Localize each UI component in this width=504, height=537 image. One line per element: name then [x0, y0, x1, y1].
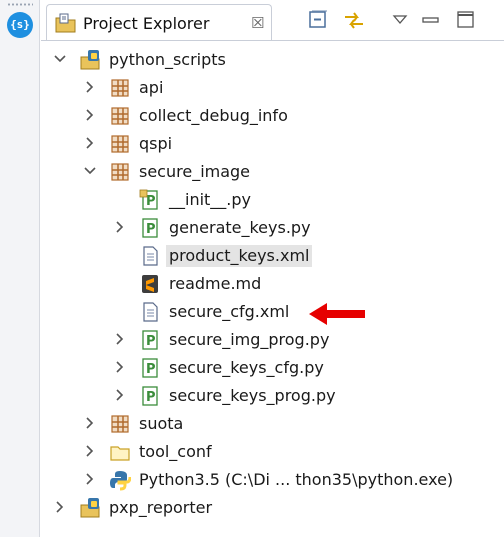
project-explorer-icon — [55, 13, 76, 33]
tree-item-label[interactable]: secure_cfg.xml — [166, 301, 292, 323]
tree-row[interactable]: collect_debug_info — [41, 102, 504, 130]
tree-item-label[interactable]: secure_image — [136, 161, 253, 183]
tree-row[interactable]: Psecure_keys_cfg.py — [41, 354, 504, 382]
tree-row[interactable]: python_scripts — [41, 46, 504, 74]
chevron-down-icon[interactable] — [53, 52, 67, 66]
tree-row[interactable]: product_keys.xml — [41, 242, 504, 270]
package-icon — [111, 415, 129, 433]
tree-row[interactable]: readme.md — [41, 270, 504, 298]
tree-row[interactable]: secure_cfg.xml — [41, 298, 504, 326]
tab-project-explorer[interactable]: Project Explorer ☒ — [46, 4, 272, 40]
tree-item-label[interactable]: secure_keys_cfg.py — [166, 357, 327, 379]
tree-row[interactable]: tool_conf — [41, 438, 504, 466]
python-project-icon — [80, 498, 100, 518]
tree-item-label[interactable]: pxp_reporter — [106, 497, 215, 519]
tree-row[interactable]: P __init__.py — [41, 186, 504, 214]
folder-icon — [110, 446, 130, 461]
chevron-right-icon[interactable] — [83, 416, 97, 430]
tree-row[interactable]: pxp_reporter — [41, 494, 504, 522]
sublime-file-icon — [142, 275, 158, 293]
python-init-file-icon: P — [139, 189, 158, 210]
view-tab-bar: Project Explorer ☒ — [41, 0, 504, 41]
tree-item-label[interactable]: collect_debug_info — [136, 105, 291, 127]
tree-row[interactable]: secure_image — [41, 158, 504, 186]
tree-item-label[interactable]: python_scripts — [106, 49, 229, 71]
svg-text:P: P — [146, 222, 156, 237]
tree-row[interactable]: Psecure_img_prog.py — [41, 326, 504, 354]
drag-handle[interactable] — [7, 3, 33, 6]
svg-text:P: P — [146, 362, 156, 377]
tree-item-label[interactable]: suota — [136, 413, 186, 435]
tree-item-label[interactable]: secure_img_prog.py — [166, 329, 332, 351]
python-project-icon — [80, 50, 100, 70]
python-interpreter-icon — [110, 471, 131, 491]
package-icon — [111, 79, 129, 97]
tree-row[interactable]: api — [41, 74, 504, 102]
python-file-icon: P — [142, 358, 158, 378]
tree-item-label[interactable]: __init__.py — [166, 189, 254, 211]
text-file-icon — [143, 302, 158, 322]
package-icon — [111, 107, 129, 125]
tree-item-label[interactable]: api — [136, 77, 166, 99]
close-icon[interactable]: ☒ — [251, 14, 264, 32]
python-file-icon: P — [142, 386, 158, 406]
tree-row[interactable]: Psecure_keys_prog.py — [41, 382, 504, 410]
python-file-icon: P — [142, 218, 158, 238]
link-with-editor-icon[interactable] — [343, 9, 365, 31]
tree-item-label[interactable]: generate_keys.py — [166, 217, 314, 239]
chevron-right-icon[interactable] — [83, 108, 97, 122]
package-icon — [111, 135, 129, 153]
python-file-icon: P — [142, 330, 158, 350]
svg-text:P: P — [146, 334, 156, 349]
chevron-right-icon[interactable] — [113, 388, 127, 402]
chevron-right-icon[interactable] — [83, 136, 97, 150]
tree-row[interactable]: Pgenerate_keys.py — [41, 214, 504, 242]
tree-row[interactable]: qspi — [41, 130, 504, 158]
chevron-right-icon[interactable] — [113, 332, 127, 346]
tree-item-label[interactable]: Python3.5 (C:\Di ... thon35\python.exe) — [136, 469, 456, 491]
minimized-view-icon[interactable]: {s} — [7, 12, 33, 38]
chevron-right-icon[interactable] — [83, 80, 97, 94]
tree-item-label[interactable]: readme.md — [166, 273, 264, 295]
tree-row[interactable]: Python3.5 (C:\Di ... thon35\python.exe) — [41, 466, 504, 494]
chevron-right-icon[interactable] — [83, 472, 97, 486]
tree-item-label[interactable]: tool_conf — [136, 441, 215, 463]
chevron-down-icon[interactable] — [83, 164, 97, 178]
red-arrow-icon — [309, 303, 365, 325]
package-icon — [111, 163, 129, 181]
project-explorer-view: Project Explorer ☒ python_scripts api co… — [41, 0, 504, 537]
view-menu-icon[interactable] — [389, 9, 411, 31]
svg-text:P: P — [146, 194, 156, 209]
maximize-icon[interactable] — [455, 9, 477, 31]
svg-text:P: P — [146, 390, 156, 405]
minimize-icon[interactable] — [420, 9, 442, 31]
tree-item-label[interactable]: qspi — [136, 133, 175, 155]
chevron-right-icon[interactable] — [113, 220, 127, 234]
collapse-all-icon[interactable] — [307, 9, 329, 31]
view-title: Project Explorer — [83, 14, 210, 33]
left-trim-stack: {s} — [0, 0, 40, 537]
chevron-right-icon[interactable] — [83, 444, 97, 458]
tree-item-label[interactable]: product_keys.xml — [166, 245, 313, 267]
chevron-right-icon[interactable] — [53, 500, 67, 514]
text-file-icon — [143, 246, 158, 266]
tree-item-label[interactable]: secure_keys_prog.py — [166, 385, 339, 407]
chevron-right-icon[interactable] — [113, 360, 127, 374]
tree-row[interactable]: suota — [41, 410, 504, 438]
